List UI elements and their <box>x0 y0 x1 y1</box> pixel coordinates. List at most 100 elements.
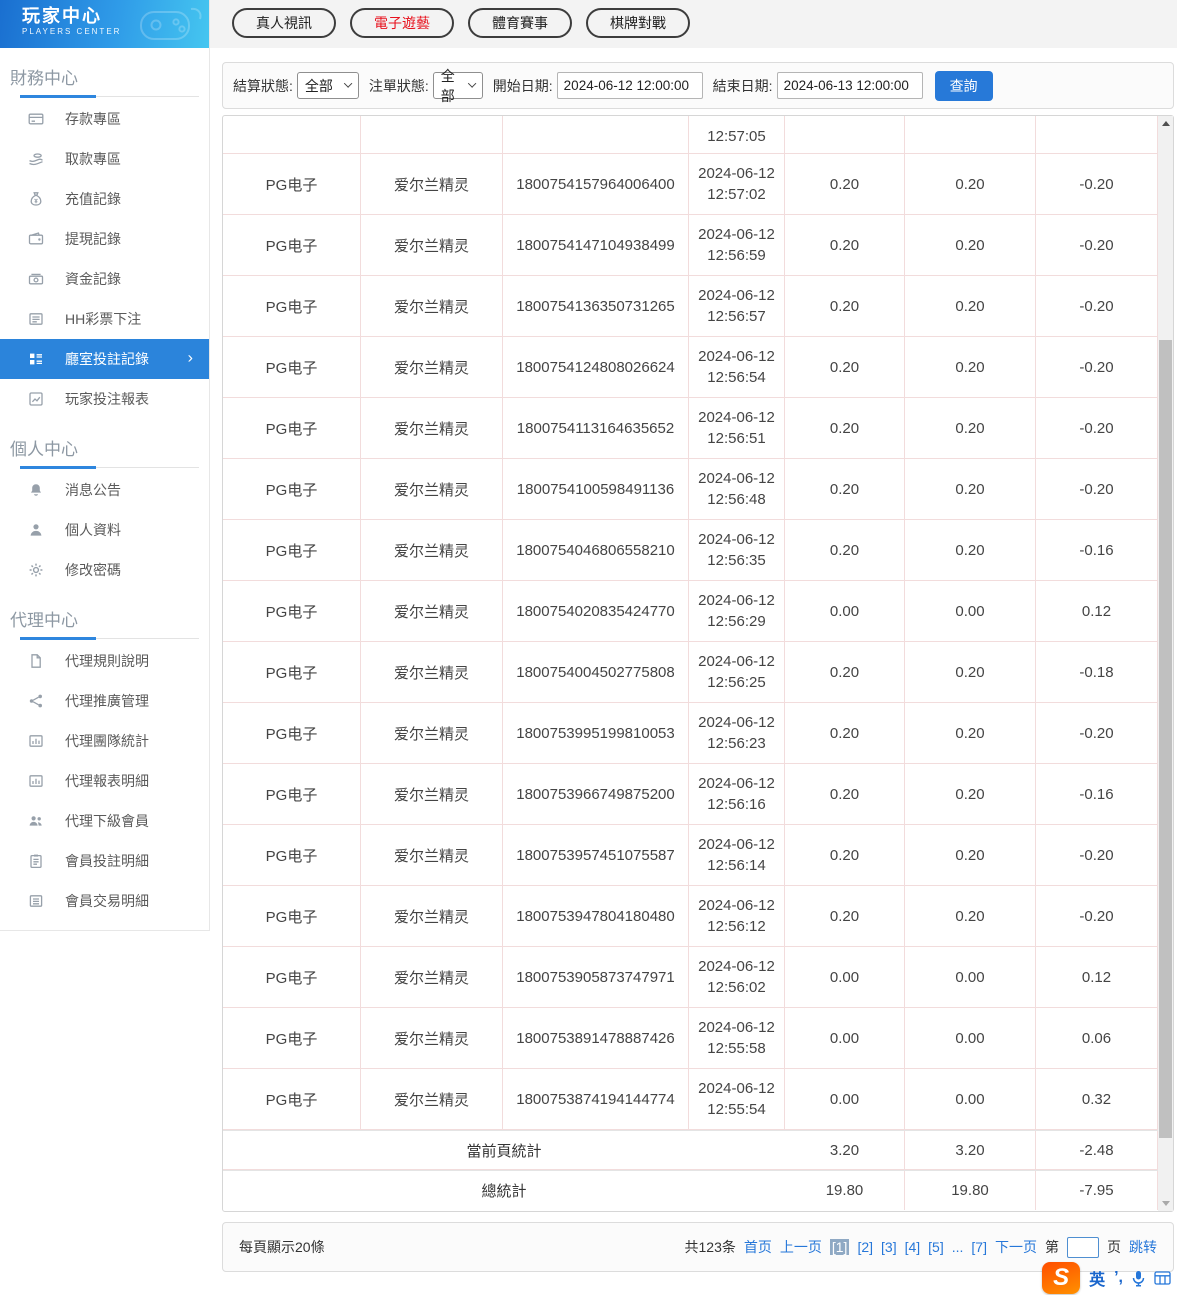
sidebar-item-label: 玩家投注報表 <box>65 391 149 407</box>
sidebar-item-hh-lottery-bets[interactable]: HH彩票下注 › <box>0 299 209 339</box>
sidebar-item-member-bet-detail[interactable]: 會員投註明細 › <box>0 841 209 881</box>
ime-logo-icon[interactable]: S <box>1042 1262 1081 1294</box>
scroll-up-arrow[interactable] <box>1158 116 1173 132</box>
sidebar-item-label: 修改密碼 <box>65 562 121 578</box>
settle-status-select[interactable]: 全部 <box>296 72 359 99</box>
sidebar-item-player-bet-report[interactable]: 玩家投注報表 › <box>0 379 209 419</box>
sidebar-item-deposit-zone[interactable]: 存款專區 › <box>0 99 209 139</box>
game-cell: 爱尔兰精灵 <box>361 215 503 275</box>
page-number-link[interactable]: [7] <box>971 1239 987 1255</box>
table-row: PG电子 爱尔兰精灵 1800754136350731265 2024-06-1… <box>223 276 1158 337</box>
platform-cell: PG电子 <box>223 459 361 519</box>
bet-amount-cell: 0.00 <box>785 581 905 641</box>
users-icon <box>28 813 44 829</box>
first-page-link[interactable]: 首页 <box>744 1237 772 1257</box>
prev-page-link[interactable]: 上一页 <box>780 1237 822 1257</box>
vertical-scrollbar[interactable] <box>1158 116 1173 1211</box>
gamepad-icon <box>135 2 207 46</box>
tab-board-card-games[interactable]: 棋牌對戰 <box>586 8 690 38</box>
total-count-text: 共123条 <box>684 1239 736 1255</box>
page-number-link[interactable]: [4] <box>905 1239 921 1255</box>
table-row: PG电子 爱尔兰精灵 1800753947804180480 2024-06-1… <box>223 886 1158 947</box>
bet-amount-cell: 0.20 <box>785 642 905 702</box>
clipboard-icon <box>28 853 44 869</box>
sidebar-item-agent-rules[interactable]: 代理規則說明 › <box>0 641 209 681</box>
sidebar-item-announcements[interactable]: 消息公告 › <box>0 470 209 510</box>
scrollbar-thumb[interactable] <box>1159 340 1172 1138</box>
sidebar-item-withdraw-zone[interactable]: 取款專區 › <box>0 139 209 179</box>
pagination-bar: 每頁顯示20條 共123条 首页 上一页 [1] [2] [3] [4] [5]… <box>222 1222 1174 1272</box>
end-date-input[interactable] <box>776 72 923 99</box>
sidebar-item-funds-records[interactable]: 資金記錄 › <box>0 259 209 299</box>
order-status-label: 注單狀態: <box>368 77 429 94</box>
sidebar-item-agent-report-detail[interactable]: 代理報表明細 › <box>0 761 209 801</box>
sidebar-item-agent-promotion[interactable]: 代理推廣管理 › <box>0 681 209 721</box>
tab-sports-events[interactable]: 體育賽事 <box>468 8 572 38</box>
chevron-down-icon <box>343 79 353 89</box>
sidebar-item-change-password[interactable]: 修改密碼 › <box>0 550 209 590</box>
sidebar-item-label: 個人資料 <box>65 522 121 538</box>
tab-electronic-games[interactable]: 電子遊藝 <box>350 8 454 38</box>
sidebar-item-personal-profile[interactable]: 個人資料 › <box>0 510 209 550</box>
sidebar-item-agent-sub-members[interactable]: 代理下級會員 › <box>0 801 209 841</box>
game-cell: 爱尔兰精灵 <box>361 703 503 763</box>
game-cell: 爱尔兰精灵 <box>361 398 503 458</box>
order-status-select[interactable]: 全部 <box>432 68 483 104</box>
next-page-link[interactable]: 下一页 <box>995 1237 1037 1257</box>
sidebar-item-member-transaction-detail[interactable]: 會員交易明細 › <box>0 881 209 921</box>
total-summary-row: 總統計 19.80 19.80 -7.95 <box>223 1170 1158 1210</box>
page-number-link[interactable]: [2] <box>857 1239 873 1255</box>
page-number-link[interactable]: [3] <box>881 1239 897 1255</box>
sidebar-item-label: 會員投註明細 <box>65 853 149 869</box>
scroll-down-arrow[interactable] <box>1158 1195 1173 1211</box>
chart-icon <box>28 391 44 407</box>
settle-status-label: 結算狀態: <box>233 77 293 94</box>
bet-time-cell: 2024-06-12 12:56:51 <box>689 398 785 458</box>
bet-time-cell: 2024-06-12 12:56:25 <box>689 642 785 702</box>
game-cell: 爱尔兰精灵 <box>361 459 503 519</box>
page-number-link[interactable]: [1] <box>829 1239 850 1255</box>
page-number-link[interactable]: ... <box>952 1239 964 1255</box>
bet-amount-cell: 0.20 <box>785 520 905 580</box>
sidebar-nav: 財務中心 存款專區 › 取款專區 › 充值記錄 › 提現記錄 › 資金記錄 › … <box>0 48 209 921</box>
bet-amount-cell: 0.20 <box>785 398 905 458</box>
bet-time-cell: 2024-06-12 12:56:12 <box>689 886 785 946</box>
chevron-down-icon <box>467 79 477 89</box>
bet-time-cell: 2024-06-12 12:56:29 <box>689 581 785 641</box>
jump-button[interactable]: 跳转 <box>1129 1237 1157 1257</box>
grid-list-icon <box>28 351 44 367</box>
platform-cell: PG电子 <box>223 1008 361 1068</box>
valid-amount-cell: 0.00 <box>905 581 1036 641</box>
page-number-link[interactable]: [5] <box>928 1239 944 1255</box>
net-amount-cell: -0.20 <box>1036 886 1158 946</box>
game-cell: 爱尔兰精灵 <box>361 947 503 1007</box>
bet-records-table: 12:57:05 PG电子 爱尔兰精灵 1800754157964006400 … <box>222 115 1174 1212</box>
start-date-label: 開始日期: <box>492 77 553 94</box>
sidebar-item-recharge-records[interactable]: 充值記錄 › <box>0 179 209 219</box>
moneybag-icon <box>28 191 44 207</box>
bet-amount-cell: 0.00 <box>785 947 905 1007</box>
table-row: PG电子 爱尔兰精灵 1800754100598491136 2024-06-1… <box>223 459 1158 520</box>
valid-amount-cell: 0.00 <box>905 1069 1036 1129</box>
sidebar-item-room-bet-records[interactable]: 廳室投註記錄 › <box>0 339 209 379</box>
keyboard-icon[interactable] <box>1154 1271 1171 1285</box>
tab-live-casino[interactable]: 真人視訊 <box>232 8 336 38</box>
jump-page-input[interactable] <box>1067 1236 1099 1258</box>
query-button[interactable]: 查詢 <box>934 70 993 101</box>
table-row: PG电子 爱尔兰精灵 1800753966749875200 2024-06-1… <box>223 764 1158 825</box>
page-summary-amount: 3.20 <box>785 1131 905 1169</box>
valid-amount-cell: 0.20 <box>905 398 1036 458</box>
platform-cell: PG电子 <box>223 215 361 275</box>
ime-language-toggle[interactable]: 英 <box>1089 1266 1105 1290</box>
platform-cell: PG电子 <box>223 947 361 1007</box>
start-date-input[interactable] <box>556 72 703 99</box>
platform-cell: PG电子 <box>223 154 361 214</box>
net-amount-cell: 0.12 <box>1036 581 1158 641</box>
sidebar-item-label: 會員交易明細 <box>65 893 149 909</box>
ime-punctuation-toggle[interactable]: ’, <box>1114 1269 1123 1287</box>
sidebar-item-agent-team-stats[interactable]: 代理團隊統計 › <box>0 721 209 761</box>
microphone-icon[interactable] <box>1132 1270 1145 1287</box>
game-cell: 爱尔兰精灵 <box>361 825 503 885</box>
page-summary-row: 當前頁統計 3.20 3.20 -2.48 <box>223 1130 1158 1170</box>
sidebar-item-withdrawal-records[interactable]: 提現記錄 › <box>0 219 209 259</box>
